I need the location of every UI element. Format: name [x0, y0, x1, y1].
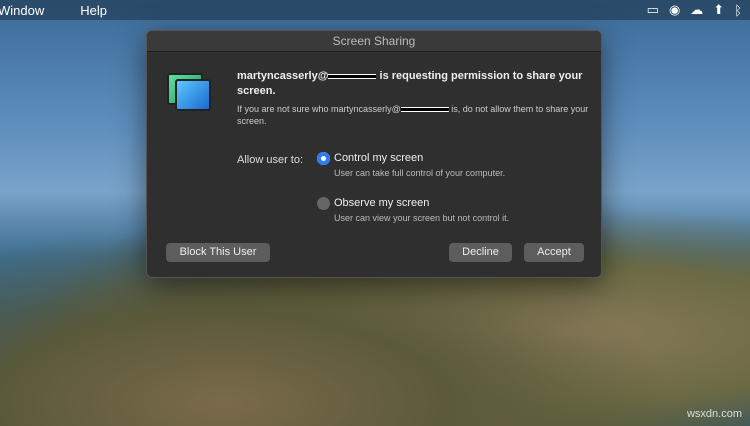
screen-sharing-dialog: Screen Sharing martyncasserly@ is reques… [146, 30, 602, 278]
screen-sharing-app-icon [167, 73, 213, 117]
dialog-title: Screen Sharing [147, 31, 601, 52]
watermark: wsxdn.com [686, 408, 742, 420]
menu-window[interactable]: Window [0, 3, 56, 18]
sync-icon[interactable]: ◉ [669, 2, 680, 18]
option-control-screen[interactable]: Control my screen User can take full con… [317, 152, 505, 178]
request-heading: martyncasserly@ is requesting permission… [237, 70, 583, 97]
cloud-icon[interactable]: ☁ [690, 2, 703, 18]
request-warning: If you are not sure who martyncasserly@ … [237, 104, 589, 126]
redacted-domain [400, 107, 449, 113]
allow-label: Allow user to: [237, 154, 304, 166]
option-observe-screen[interactable]: Observe my screen User can view your scr… [317, 197, 509, 223]
block-user-button[interactable]: Block This User [166, 243, 270, 262]
display-icon[interactable]: ▭ [647, 2, 659, 18]
menu-help[interactable]: Help [56, 3, 119, 18]
radio-unselected-icon[interactable] [317, 197, 330, 210]
bluetooth-icon[interactable]: ᛒ [734, 3, 742, 18]
redacted-domain [328, 73, 377, 79]
decline-button[interactable]: Decline [449, 243, 512, 262]
accept-button[interactable]: Accept [524, 243, 584, 262]
cloud-upload-icon[interactable]: ⬆ [713, 2, 724, 18]
radio-selected-icon[interactable] [317, 152, 330, 165]
menu-bar: Window Help ▭ ◉ ☁ ⬆ ᛒ [0, 0, 750, 20]
